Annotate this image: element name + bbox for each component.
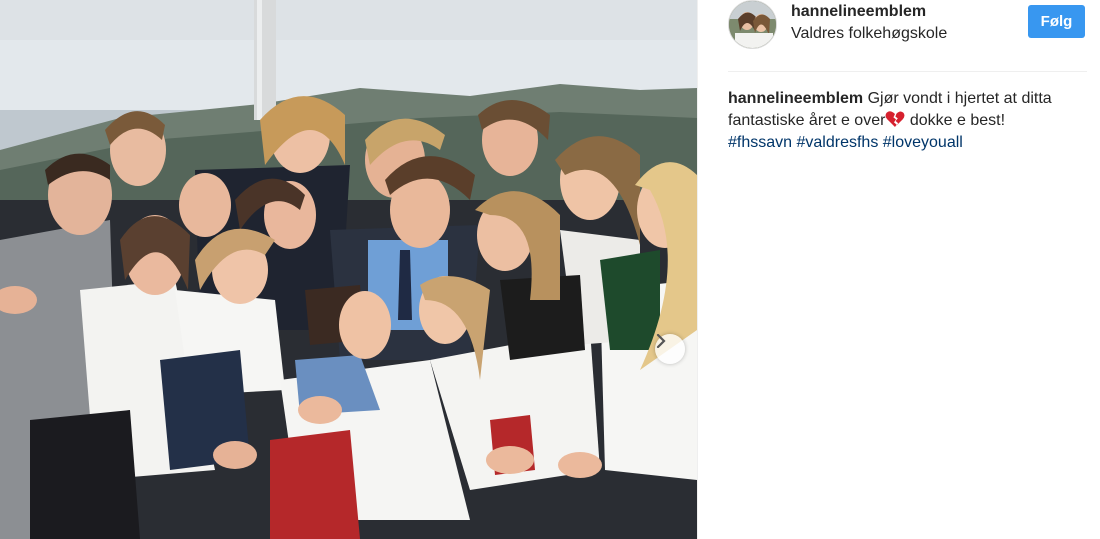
- caption-text-end: dokke e best!: [905, 112, 1006, 129]
- post-header: hannelineemblem Valdres folkehøgskole Fø…: [728, 0, 1087, 72]
- post-username[interactable]: hannelineemblem: [791, 3, 926, 21]
- carousel-next-button[interactable]: [655, 334, 685, 364]
- hashtag-link[interactable]: #loveyouall: [883, 134, 963, 151]
- avatar[interactable]: [728, 0, 777, 49]
- follow-button[interactable]: Følg: [1028, 5, 1085, 38]
- chevron-right-icon: [656, 334, 666, 348]
- broken-heart-icon: [885, 111, 905, 127]
- hashtag-link[interactable]: #valdresfhs: [797, 134, 879, 151]
- caption: hannelineemblem Gjør vondt i hjertet at …: [728, 88, 1093, 154]
- group-photo-illustration: [0, 0, 697, 539]
- hashtag-link[interactable]: #fhssavn: [728, 134, 792, 151]
- post-location[interactable]: Valdres folkehøgskole: [791, 25, 947, 43]
- instagram-post: hannelineemblem Valdres folkehøgskole Fø…: [0, 0, 1100, 539]
- post-side-panel: hannelineemblem Valdres folkehøgskole Fø…: [697, 0, 1100, 539]
- post-photo[interactable]: [0, 0, 697, 539]
- avatar-image: [729, 1, 776, 48]
- caption-username[interactable]: hannelineemblem: [728, 90, 863, 107]
